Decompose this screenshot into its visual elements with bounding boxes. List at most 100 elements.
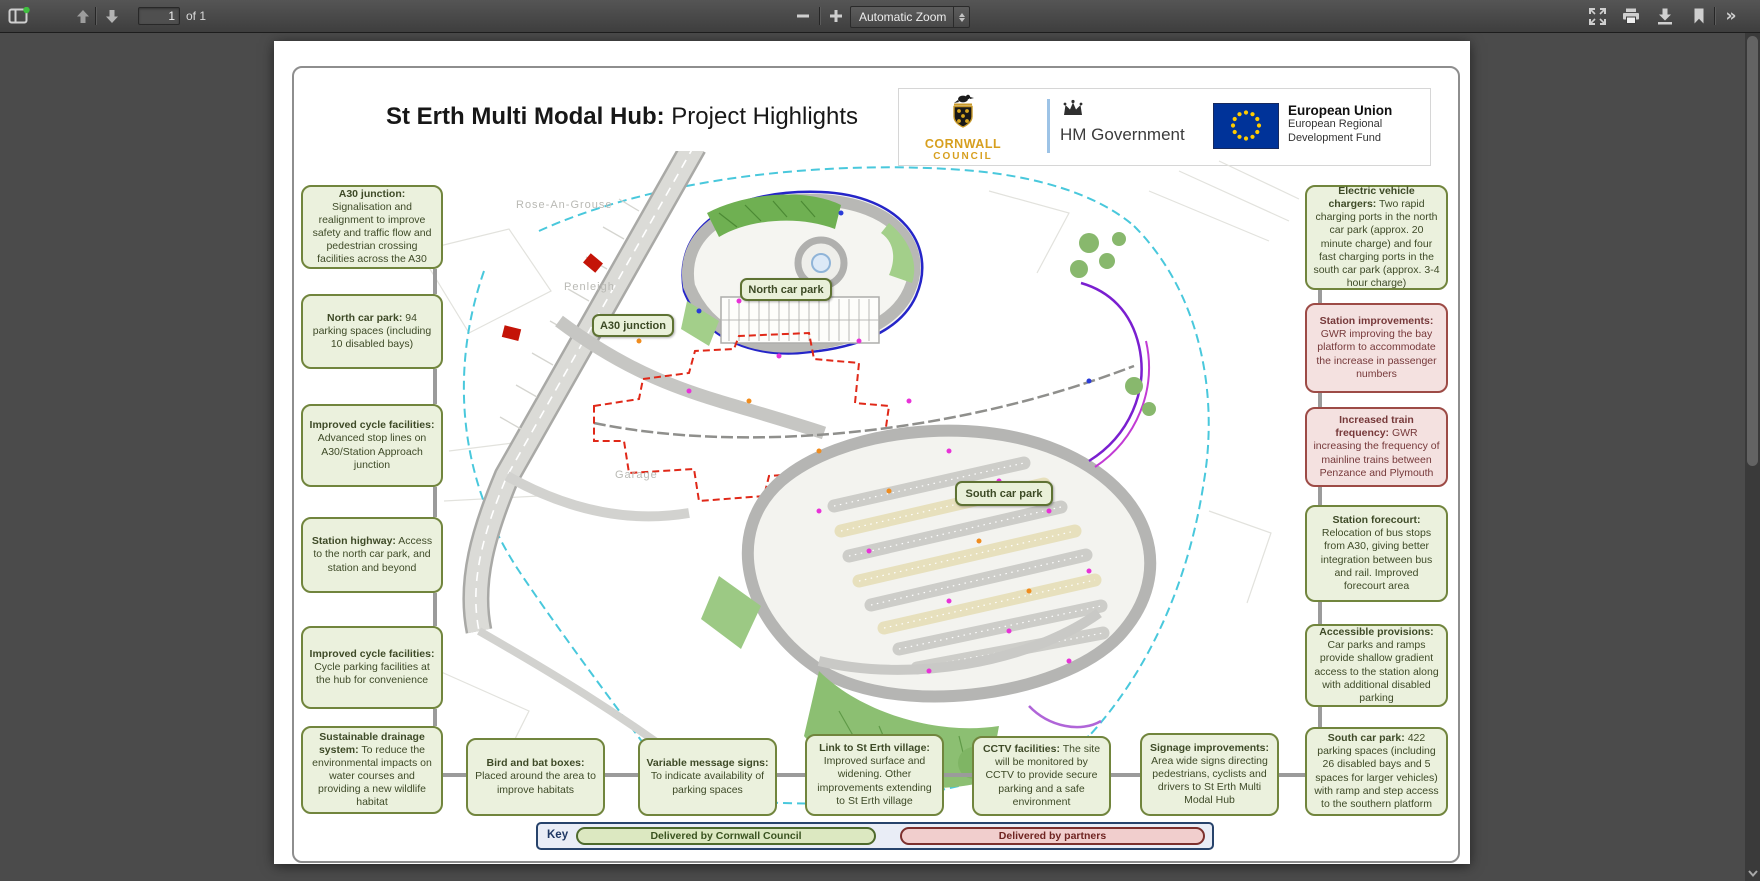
callout-station-highway: Station highway: Access to the north car… <box>301 517 443 593</box>
dropdown-spinner-icon <box>953 7 969 27</box>
eu-text-1: European Union <box>1288 103 1392 118</box>
connector <box>605 773 638 777</box>
chevron-double-right-icon: » <box>1726 6 1737 26</box>
eu-flag-icon <box>1213 103 1279 149</box>
key-delivered-by-council: Delivered by Cornwall Council <box>576 827 876 845</box>
site-plan-map <box>389 151 1309 831</box>
key-legend: Key Delivered by Cornwall Council Delive… <box>536 822 1214 850</box>
callout-cycle-parking: Improved cycle facilities: Cycle parking… <box>301 626 443 709</box>
poster-title-rest: Project Highlights <box>671 103 858 130</box>
callout-title: CCTV facilities: <box>983 743 1060 755</box>
map-label-south-car-park: South car park <box>955 481 1053 506</box>
callout-text: Car parks and ramps provide shallow grad… <box>1314 639 1438 704</box>
callout-title: Station highway: <box>312 535 396 547</box>
callout-title: North car park: <box>327 312 402 324</box>
zoom-in-button[interactable] <box>823 4 849 28</box>
hm-blue-bar <box>1047 99 1050 153</box>
poster-title-bold: St Erth Multi Modal Hub: <box>386 103 665 130</box>
callout-variable-message-signs: Variable message signs: To indicate avai… <box>638 738 777 816</box>
key-delivered-by-partners: Delivered by partners <box>900 827 1205 845</box>
callout-title: A30 junction: <box>339 188 406 200</box>
printer-icon <box>1622 8 1640 24</box>
cornwall-crest-icon <box>941 92 985 132</box>
print-button[interactable] <box>1618 4 1644 28</box>
previous-page-button[interactable] <box>70 4 96 28</box>
download-button[interactable] <box>1652 4 1678 28</box>
callout-text: Relocation of bus stops from A30, giving… <box>1321 527 1433 592</box>
connector <box>433 709 437 726</box>
hm-government-logo: HM Government <box>1047 99 1185 153</box>
callout-ev-chargers: Electric vehicle chargers: Two rapid cha… <box>1305 185 1448 290</box>
fullscreen-icon <box>1589 8 1606 25</box>
connector <box>1318 393 1322 407</box>
callout-title: Bird and bat boxes: <box>486 757 584 769</box>
scrollbar-thumb[interactable] <box>1747 36 1758 466</box>
document-page: St Erth Multi Modal Hub: Project Highlig… <box>274 41 1470 864</box>
callout-text: Placed around the area to improve habita… <box>475 770 596 795</box>
zoom-select-value: Automatic Zoom <box>851 10 953 24</box>
next-page-button[interactable] <box>99 4 125 28</box>
cornwall-logo-text-1: CORNWALL <box>915 137 1011 151</box>
scroll-down-button[interactable] <box>1745 865 1760 881</box>
plus-icon <box>829 9 843 23</box>
page-number-input[interactable] <box>138 7 180 25</box>
bookmark-button[interactable] <box>1686 4 1712 28</box>
more-tools-button[interactable]: » <box>1718 4 1744 28</box>
arrow-down-icon <box>105 9 119 24</box>
download-icon <box>1657 8 1673 25</box>
callout-title: Station forecourt: <box>1332 514 1420 526</box>
callout-sustainable-drainage: Sustainable drainage system: To reduce t… <box>301 726 443 814</box>
callout-station-improvements: Station improvements: GWR improving the … <box>1305 303 1448 393</box>
eu-text-3: Development Fund <box>1288 132 1392 146</box>
callout-title: Variable message signs: <box>647 757 769 769</box>
chevron-down-icon <box>1748 870 1758 877</box>
connector <box>1318 487 1322 505</box>
bookmark-icon <box>1693 8 1705 24</box>
map-place-label: Penleigh <box>564 281 615 293</box>
connector <box>944 773 972 777</box>
callout-cctv-facilities: CCTV facilities: The site will be monito… <box>972 736 1111 816</box>
callout-cycle-stop-lines: Improved cycle facilities: Advanced stop… <box>301 404 443 487</box>
connector <box>1318 707 1322 727</box>
connector <box>1318 290 1322 303</box>
callout-signage-improvements: Signage improvements: Area wide signs di… <box>1140 733 1279 816</box>
pdf-toolbar: of 1 Automatic Zoom <box>0 0 1760 33</box>
callout-link-st-erth-village: Link to St Erth village: Improved surfac… <box>805 734 944 816</box>
callout-text: Advanced stop lines on A30/Station Appro… <box>318 432 427 470</box>
connector <box>1279 773 1305 777</box>
key-label: Key <box>547 829 568 841</box>
map-place-label: Garage <box>615 469 658 481</box>
callout-title: Improved cycle facilities: <box>310 419 435 431</box>
callout-text: To indicate availability of parking spac… <box>651 770 764 795</box>
callout-text: Improved surface and widening. Other imp… <box>817 755 931 806</box>
eu-text-2: European Regional <box>1288 118 1392 132</box>
callout-south-car-park: South car park: 422 parking spaces (incl… <box>1305 727 1448 816</box>
callout-text: Area wide signs directing pedestrians, c… <box>1151 755 1268 806</box>
page-count-label: of 1 <box>186 9 206 23</box>
eu-logo: European Union European Regional Develop… <box>1213 103 1392 149</box>
map-label-north-car-park: North car park <box>740 278 832 301</box>
zoom-select-dropdown[interactable]: Automatic Zoom <box>850 6 970 28</box>
presentation-mode-button[interactable] <box>1584 4 1610 28</box>
callout-title: Station improvements: <box>1320 315 1434 327</box>
callout-station-forecourt: Station forecourt: Relocation of bus sto… <box>1305 505 1448 602</box>
callout-title: Signage improvements: <box>1150 742 1269 754</box>
callout-accessible-provisions: Accessible provisions: Car parks and ram… <box>1305 624 1448 707</box>
callout-text: Signalisation and realignment to improve… <box>313 201 432 266</box>
sidebar-notification-dot <box>23 7 29 13</box>
connector <box>433 593 437 626</box>
connector <box>433 369 437 404</box>
connector <box>443 773 466 777</box>
map-label-a30-junction: A30 junction <box>592 314 674 337</box>
connector <box>433 269 437 294</box>
connector <box>433 487 437 517</box>
connector <box>777 773 805 777</box>
sidebar-toggle-button[interactable] <box>6 4 32 28</box>
zoom-out-button[interactable] <box>790 4 816 28</box>
sidebar-toggle-icon <box>8 7 30 25</box>
callout-title: Accessible provisions: <box>1319 626 1433 638</box>
toolbar-separator <box>95 7 96 25</box>
callout-title: Improved cycle facilities: <box>310 648 435 660</box>
toolbar-separator <box>819 7 820 25</box>
vertical-scrollbar[interactable] <box>1745 32 1760 881</box>
